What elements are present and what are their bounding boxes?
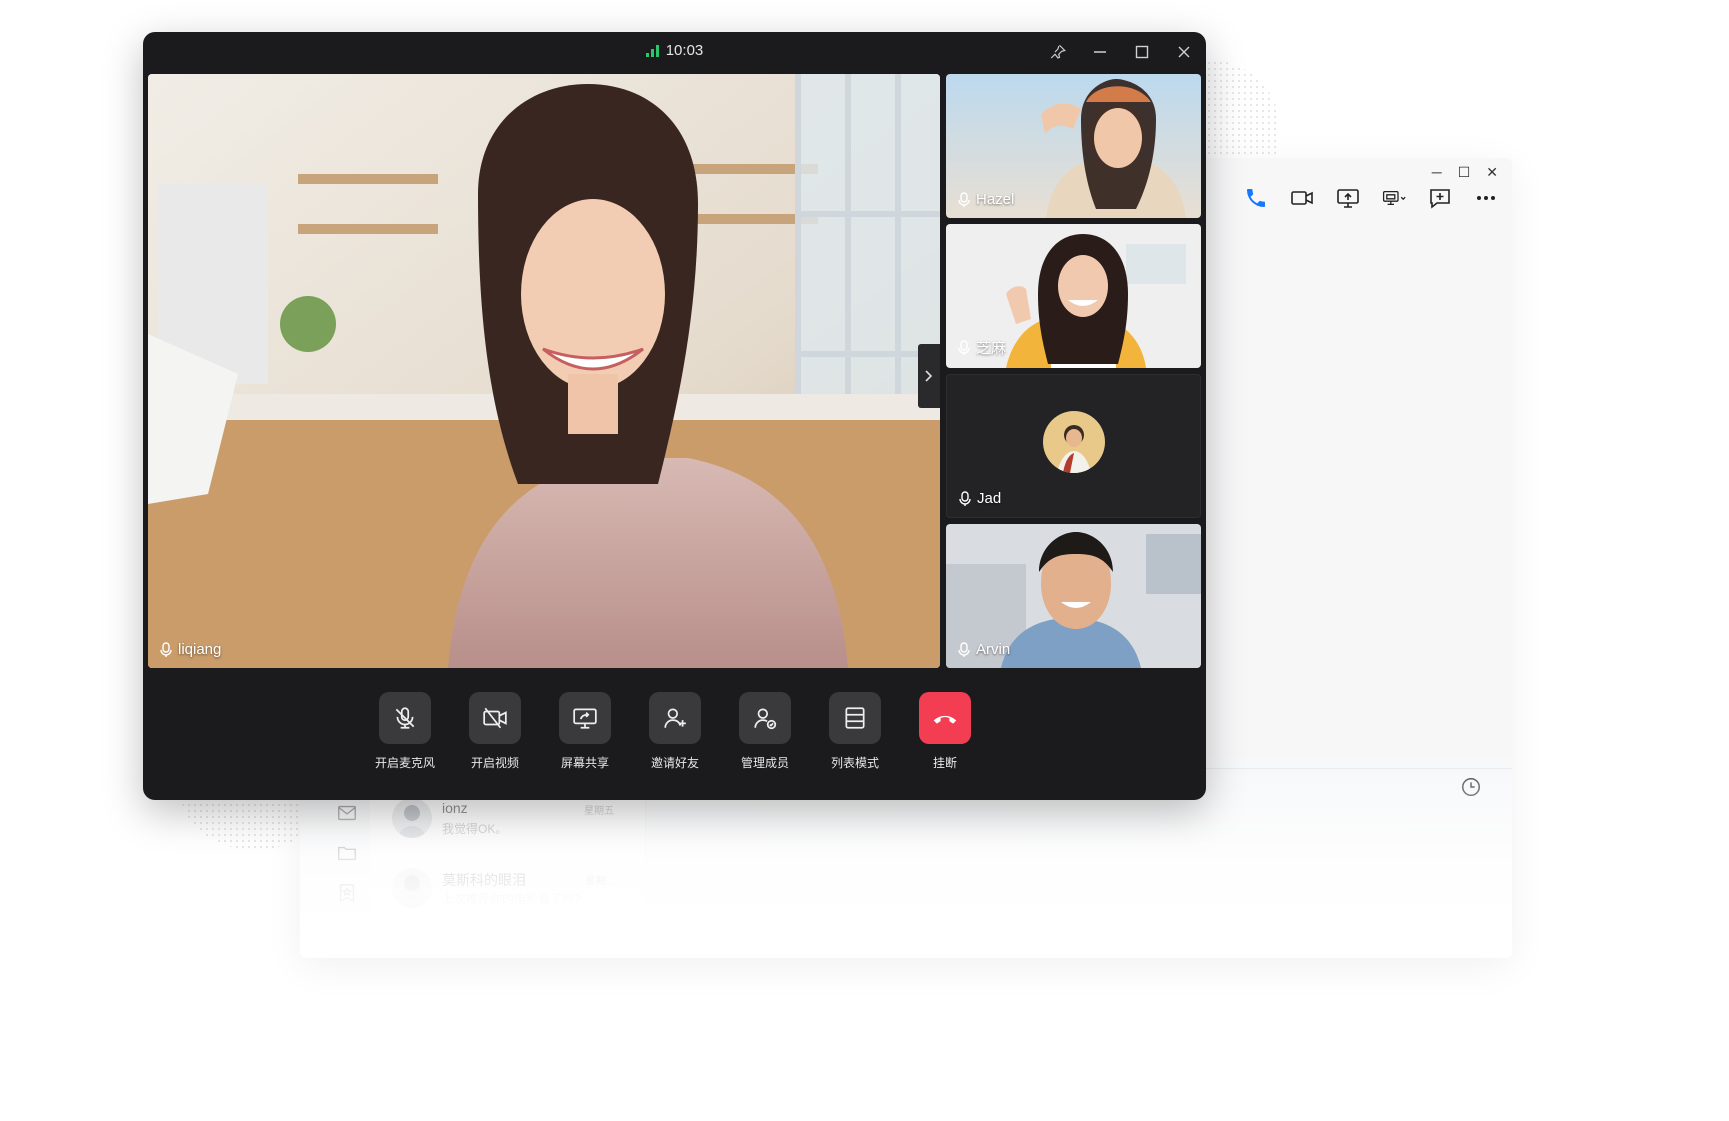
participant-name: Hazel (976, 191, 1015, 208)
mic-icon (958, 339, 970, 355)
pin-icon[interactable] (1046, 40, 1070, 64)
mic-icon (958, 641, 970, 657)
chat-panel (1200, 158, 1512, 758)
window-controls (1046, 40, 1196, 64)
control-label: 管理成员 (740, 756, 789, 770)
avatar (392, 868, 432, 908)
list-mode-icon[interactable] (829, 692, 881, 744)
avatar (1043, 411, 1105, 473)
participant-tile[interactable]: Arvin (946, 524, 1201, 668)
list-item[interactable]: ionz 我觉得OK。 星期五 (392, 798, 632, 846)
participant-tile[interactable]: Jad (946, 374, 1201, 518)
main-participant-label: liqiang (160, 641, 221, 658)
screen-share-button[interactable]: 屏幕共享 (545, 692, 625, 771)
screen-share-icon[interactable] (1336, 186, 1360, 210)
main-video-frame (148, 74, 940, 668)
collapse-sidebar-button[interactable] (918, 344, 940, 408)
participant-label: 芝麻 (958, 337, 1006, 358)
conversation-preview: 我觉得OK。 (442, 822, 508, 836)
invite-friend-button[interactable]: 邀请好友 (635, 692, 715, 771)
minimize-icon[interactable]: ─ (1432, 164, 1442, 181)
mic-off-icon[interactable] (379, 692, 431, 744)
avatar (392, 798, 432, 838)
participant-label: Arvin (958, 641, 1010, 658)
close-icon[interactable]: ✕ (1486, 164, 1498, 181)
conversation-time: 星期... (585, 876, 614, 887)
control-label: 屏幕共享 (560, 756, 609, 770)
conversation-time: 星期五 (584, 806, 614, 817)
toggle-video-button[interactable]: 开启视频 (455, 692, 535, 771)
control-label: 挂断 (932, 756, 957, 770)
screen-share-icon[interactable] (559, 692, 611, 744)
signal-icon (645, 45, 659, 58)
video-off-icon[interactable] (469, 692, 521, 744)
participant-name: liqiang (178, 641, 222, 658)
folder-icon[interactable] (336, 842, 358, 864)
hang-up-button[interactable]: 挂断 (905, 692, 985, 771)
maximize-icon[interactable]: ☐ (1458, 164, 1471, 181)
minimize-icon[interactable] (1088, 40, 1112, 64)
conversation-preview: 上次推荐你的电影看了吗? (442, 892, 581, 906)
add-chat-icon[interactable] (1428, 186, 1452, 210)
control-label: 开启视频 (470, 756, 519, 770)
add-user-icon[interactable] (649, 692, 701, 744)
participant-label: Hazel (958, 191, 1014, 208)
mail-icon[interactable] (336, 802, 358, 824)
call-time: 10:03 (665, 42, 704, 59)
participant-name: 芝麻 (976, 340, 1007, 357)
list-item[interactable]: 莫斯科的眼泪 上次推荐你的电影看了吗? 星期... (392, 868, 632, 916)
history-clock-icon[interactable] (1460, 776, 1482, 798)
participant-name: Arvin (976, 641, 1011, 658)
main-video[interactable]: liqiang (148, 74, 940, 668)
control-label: 列表模式 (830, 756, 879, 770)
mic-icon (958, 191, 970, 207)
mic-icon (160, 641, 172, 657)
chevron-right-icon (925, 370, 933, 382)
phone-icon[interactable] (1244, 186, 1268, 210)
bookmark-star-icon[interactable] (336, 882, 358, 904)
chat-window-controls: ─ ☐ ✕ (1432, 164, 1498, 181)
title-bar: 10:03 (143, 32, 1206, 74)
list-mode-button[interactable]: 列表模式 (815, 692, 895, 771)
divider (1180, 768, 1512, 769)
hang-up-icon[interactable] (919, 692, 971, 744)
conversation-name: 莫斯科的眼泪 (442, 872, 526, 888)
close-icon[interactable] (1172, 40, 1196, 64)
participant-name: Jad (977, 490, 1002, 507)
menu-icon[interactable] (336, 922, 358, 944)
participant-tile[interactable]: Hazel (946, 74, 1201, 218)
participant-label: Jad (959, 490, 1001, 507)
toggle-mic-button[interactable]: 开启麦克风 (365, 692, 445, 771)
maximize-icon[interactable] (1130, 40, 1154, 64)
video-call-window: 10:03 liqiang Hazel 芝麻 Jad Arvin 开启麦克风 开… (143, 32, 1206, 800)
call-controls: 开启麦克风 开启视频 屏幕共享 邀请好友 管理成员 列表模式 挂断 (143, 692, 1206, 792)
manage-members-button[interactable]: 管理成员 (725, 692, 805, 771)
control-label: 邀请好友 (650, 756, 699, 770)
video-call-icon[interactable] (1290, 186, 1314, 210)
manage-members-icon[interactable] (739, 692, 791, 744)
control-label: 开启麦克风 (374, 756, 435, 770)
more-icon[interactable] (1474, 186, 1498, 210)
conversation-name: ionz (442, 800, 468, 816)
chat-toolbar (1244, 186, 1498, 210)
screen-select-icon[interactable] (1382, 186, 1406, 210)
mic-icon (959, 490, 971, 506)
participant-tile[interactable]: 芝麻 (946, 224, 1201, 368)
